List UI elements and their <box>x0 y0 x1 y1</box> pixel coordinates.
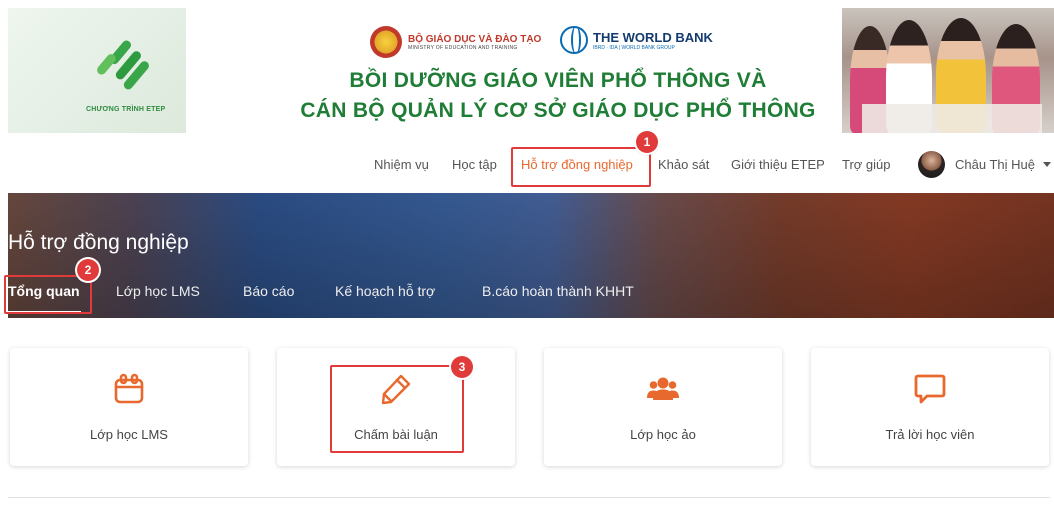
nav-item-tro-giup[interactable]: Trợ giúp <box>842 157 891 172</box>
nav-item-nhiem-vu[interactable]: Nhiệm vụ <box>374 157 429 172</box>
highlight-box-nav <box>511 147 651 187</box>
world-bank-sub: IBRD · IDA | WORLD BANK GROUP <box>593 44 675 51</box>
nav-item-hoc-tap[interactable]: Học tập <box>452 157 497 172</box>
step-badge-3: 3 <box>451 356 473 378</box>
hero-banner: Hỗ trợ đồng nghiệp Tổng quan Lớp học LMS… <box>8 193 1054 318</box>
card-label: Lớp học LMS <box>90 427 168 442</box>
highlight-box-tab <box>4 275 92 314</box>
card-label: Trả lời học viên <box>885 427 975 442</box>
national-emblem-icon <box>370 26 402 58</box>
calendar-icon <box>114 373 144 404</box>
user-menu[interactable]: Châu Thị Huệ <box>955 157 1035 172</box>
world-bank-logo: THE WORLD BANK IBRD · IDA | WORLD BANK G… <box>560 26 713 54</box>
program-title-line1: BỒI DƯỠNG GIÁO VIÊN PHỔ THÔNG VÀ <box>349 69 767 92</box>
card-lop-hoc-lms[interactable]: Lớp học LMS <box>10 348 248 466</box>
nav-item-gioi-thieu-etep[interactable]: Giới thiệu ETEP <box>731 157 825 172</box>
header-banner: CHƯƠNG TRÌNH ETEP BỘ GIÁO DỤC VÀ ĐÀO TẠO… <box>8 8 1054 133</box>
etep-leaf-icon <box>97 40 149 90</box>
tab-lop-hoc-lms[interactable]: Lớp học LMS <box>116 283 200 299</box>
etep-logo[interactable]: CHƯƠNG TRÌNH ETEP <box>8 8 186 133</box>
chat-icon <box>914 374 946 404</box>
etep-logo-label: CHƯƠNG TRÌNH ETEP <box>86 106 166 113</box>
world-bank-name: THE WORLD BANK <box>593 29 713 45</box>
tab-bao-cao[interactable]: Báo cáo <box>243 283 294 299</box>
card-tra-loi-hoc-vien[interactable]: Trả lời học viên <box>811 348 1049 466</box>
nav-item-khao-sat[interactable]: Khảo sát <box>658 157 709 172</box>
ministry-name: BỘ GIÁO DỤC VÀ ĐÀO TẠO <box>408 33 542 45</box>
card-label: Lớp học ảo <box>630 427 696 442</box>
banner-photo <box>842 8 1054 133</box>
program-title: BỒI DƯỠNG GIÁO VIÊN PHỔ THÔNG VÀ CÁN BỘ … <box>278 66 838 126</box>
ministry-name-en: MINISTRY OF EDUCATION AND TRAINING <box>408 44 518 51</box>
highlight-box-card <box>330 365 464 453</box>
ministry-logo: BỘ GIÁO DỤC VÀ ĐÀO TẠO MINISTRY OF EDUCA… <box>370 26 541 58</box>
page-title: Hỗ trợ đồng nghiệp <box>8 231 189 254</box>
users-icon <box>647 377 679 400</box>
tab-ke-hoach-ho-tro[interactable]: Kế hoạch hỗ trợ <box>335 283 435 299</box>
card-lop-hoc-ao[interactable]: Lớp học ảo <box>544 348 782 466</box>
avatar[interactable] <box>918 151 945 178</box>
divider <box>8 497 1050 498</box>
globe-icon <box>560 26 588 54</box>
step-badge-2: 2 <box>77 259 99 281</box>
tab-bcao-hoan-thanh-khht[interactable]: B.cáo hoàn thành KHHT <box>482 283 634 299</box>
step-badge-1: 1 <box>636 131 658 153</box>
program-title-line2: CÁN BỘ QUẢN LÝ CƠ SỞ GIÁO DỤC PHỔ THÔNG <box>300 99 816 122</box>
chevron-down-icon[interactable] <box>1043 162 1051 167</box>
